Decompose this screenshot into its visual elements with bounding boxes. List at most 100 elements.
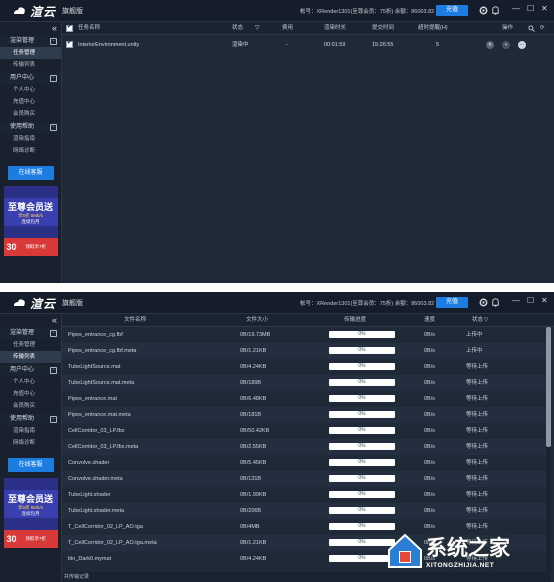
account-info: 帐号：XRender1301(至尊会员：75折) 余额：86003.82	[300, 9, 435, 15]
sidebar-item-task-management[interactable]: 任务管理	[0, 339, 61, 351]
title-bar: 渲云 旗舰版 帐号：XRender1301(至尊会员：75折) 余额：86003…	[0, 0, 554, 22]
minimize-icon[interactable]: —	[512, 296, 520, 305]
sidebar-item-task-management[interactable]: 任务管理	[0, 47, 61, 59]
maximize-icon[interactable]: ☐	[527, 4, 534, 13]
sidebar-item-transfer-list[interactable]: 传输列表	[0, 59, 61, 71]
sidebar-section-user[interactable]: 用户中心 -	[0, 73, 61, 84]
transfer-status: 等待上传	[466, 476, 489, 482]
column-header: 速度	[424, 317, 436, 323]
pause-icon[interactable]: ▪	[502, 41, 510, 49]
promo-banner[interactable]: 至尊会员送 享5折 5Mb/s 连续包月 30 领取享7折	[3, 186, 58, 256]
scrollbar-thumb[interactable]	[546, 327, 551, 447]
close-task-icon[interactable]: ✕	[486, 41, 494, 49]
collapse-section-icon[interactable]: -	[50, 330, 57, 337]
transfer-speed: 0B/s	[424, 460, 436, 466]
sidebar-item-network-diagnosis[interactable]: 网络诊断	[0, 145, 61, 157]
sidebar-item-profile[interactable]: 个人中心	[0, 84, 61, 96]
file-size: 0B/131B	[240, 476, 262, 482]
transfer-row[interactable]: TubeLight.shader.meta 0B/206B 0% 0B/s 等待上传	[62, 503, 546, 519]
file-name: TubeLight.shader	[68, 492, 111, 498]
sidebar-item-network-diagnosis[interactable]: 网络诊断	[0, 437, 61, 449]
file-size: 0B/4.24KB	[240, 556, 267, 562]
transfer-status: 等待上传	[466, 412, 489, 418]
transfer-table-header: 文件名称 文件大小 传输进度 速度 状态 ▽	[62, 314, 554, 327]
filter-icon[interactable]: ▽	[255, 22, 260, 35]
file-name: T_CellCorridor_02_LP_AO.tga.meta	[68, 540, 157, 546]
close-icon[interactable]: ✕	[541, 296, 548, 305]
sidebar-item-render-guide[interactable]: 渲染指南	[0, 425, 61, 437]
file-size: 0B/5.45KB	[240, 460, 267, 466]
task-duration: 00:01:59	[324, 42, 346, 48]
gear-icon[interactable]	[478, 5, 489, 16]
transfer-speed: 0B/s	[424, 428, 436, 434]
task-row[interactable]: InteriorEnvironment.unity 渲染中 - 00:01:59…	[62, 37, 554, 53]
house-logo-icon	[388, 533, 422, 568]
gear-icon[interactable]	[478, 297, 489, 308]
transfer-progress: 0%	[329, 459, 395, 466]
transfer-row[interactable]: Convolve.shader.meta 0B/131B 0% 0B/s 等待上传	[62, 471, 546, 487]
transfer-row[interactable]: Pipes_entrance_cg.fbf 0B/19.73MB 0% 0B/s 上传中	[62, 327, 546, 343]
transfer-status: 等待上传	[466, 428, 489, 434]
sidebar-section-help[interactable]: 使用帮助 -	[0, 122, 61, 133]
collapse-section-icon[interactable]: -	[50, 38, 57, 45]
transfer-row[interactable]: Pipes_entrance.mat.meta 0B/181B 0% 0B/s 等待上传	[62, 407, 546, 423]
transfer-progress: 0%	[329, 507, 395, 514]
sidebar-section-render[interactable]: 渲染管理 -	[0, 36, 61, 47]
transfer-row[interactable]: CellCorridor_03_LP.fbx.meta 0B/2.55KB 0% 0B…	[62, 439, 546, 455]
online-service-button[interactable]: 在线客服	[7, 458, 54, 472]
transfer-progress: 0%	[329, 347, 395, 354]
transfer-row[interactable]: CellCorridor_03_LP.fbx 0B/50.42KB 0% 0B/s 等待…	[62, 423, 546, 439]
transfer-row[interactable]: Pipes_entrance_cg.fbf.meta 0B/1.21KB 0% 0B/…	[62, 343, 546, 359]
transfer-row[interactable]: Pipes_entrance.mat 0B/6.48KB 0% 0B/s 等待上传	[62, 391, 546, 407]
column-header: 文件大小	[246, 317, 269, 323]
more-icon[interactable]: ⋯	[518, 41, 526, 49]
transfer-progress: 0%	[329, 411, 395, 418]
transfer-speed: 0B/s	[424, 412, 436, 418]
transfer-speed: 0B/s	[424, 492, 436, 498]
sidebar-item-transfer-list[interactable]: 传输列表	[0, 351, 61, 363]
recharge-button[interactable]: 充值	[436, 5, 468, 16]
task-submit-time: 15:26:55	[372, 42, 394, 48]
recharge-button[interactable]: 充值	[436, 297, 468, 308]
refresh-icon[interactable]: ⟳	[540, 22, 545, 35]
bell-icon[interactable]	[490, 297, 501, 308]
column-header: 提交时间	[372, 25, 395, 31]
transfer-row[interactable]: TubeLightSource.mat.meta 0B/189B 0% 0B/s 等待上…	[62, 375, 546, 391]
transfer-row[interactable]: TubeLight.shader 0B/1.99KB 0% 0B/s 等待上传	[62, 487, 546, 503]
bell-icon[interactable]	[490, 5, 501, 16]
online-service-button[interactable]: 在线客服	[7, 166, 54, 180]
transfer-row[interactable]: Convolve.shader 0B/5.45KB 0% 0B/s 等待上传	[62, 455, 546, 471]
sidebar-item-recharge[interactable]: 充值中心	[0, 96, 61, 108]
file-size: 0B/4MB	[240, 524, 260, 530]
search-icon[interactable]	[528, 25, 535, 32]
select-all-checkbox[interactable]	[66, 23, 73, 32]
sidebar: « 渲染管理 - 任务管理 传输列表 用户中心 - 个人中心 充值中心 会员购买 使…	[0, 314, 62, 582]
filter-icon[interactable]: ▽	[484, 314, 488, 327]
column-header: 状态	[472, 317, 484, 323]
promo-banner[interactable]: 至尊会员送 享5折 5Mb/s 连续包月 30 领取享7折	[3, 478, 58, 548]
sidebar-item-membership[interactable]: 会员购买	[0, 400, 61, 412]
collapse-sidebar-icon[interactable]: «	[0, 22, 61, 34]
maximize-icon[interactable]: ☐	[527, 296, 534, 305]
transfer-progress: 0%	[329, 427, 395, 434]
file-name: TubeLightSource.mat	[68, 364, 121, 370]
transfer-speed: 0B/s	[424, 348, 436, 354]
task-table-header: 任务名称 状态 ▽ 费用 渲染时长 提交时间 超时提醒(H) 操作 ⟳	[62, 22, 554, 35]
close-icon[interactable]: ✕	[541, 4, 548, 13]
collapse-section-icon[interactable]: -	[50, 367, 57, 374]
sidebar-section-user[interactable]: 用户中心 -	[0, 365, 61, 376]
sidebar-item-profile[interactable]: 个人中心	[0, 376, 61, 388]
sidebar-item-render-guide[interactable]: 渲染指南	[0, 133, 61, 145]
sidebar-item-membership[interactable]: 会员购买	[0, 108, 61, 120]
sidebar-section-help[interactable]: 使用帮助 -	[0, 414, 61, 425]
collapse-section-icon[interactable]: -	[50, 124, 57, 131]
transfer-progress: 0%	[329, 379, 395, 386]
sidebar-section-render[interactable]: 渲染管理 -	[0, 328, 61, 339]
collapse-section-icon[interactable]: -	[50, 416, 57, 423]
minimize-icon[interactable]: —	[512, 4, 520, 13]
row-checkbox[interactable]	[66, 39, 73, 48]
sidebar-item-recharge[interactable]: 充值中心	[0, 388, 61, 400]
collapse-section-icon[interactable]: -	[50, 75, 57, 82]
transfer-row[interactable]: TubeLightSource.mat 0B/4.24KB 0% 0B/s 等待上传	[62, 359, 546, 375]
collapse-sidebar-icon[interactable]: «	[0, 314, 61, 326]
